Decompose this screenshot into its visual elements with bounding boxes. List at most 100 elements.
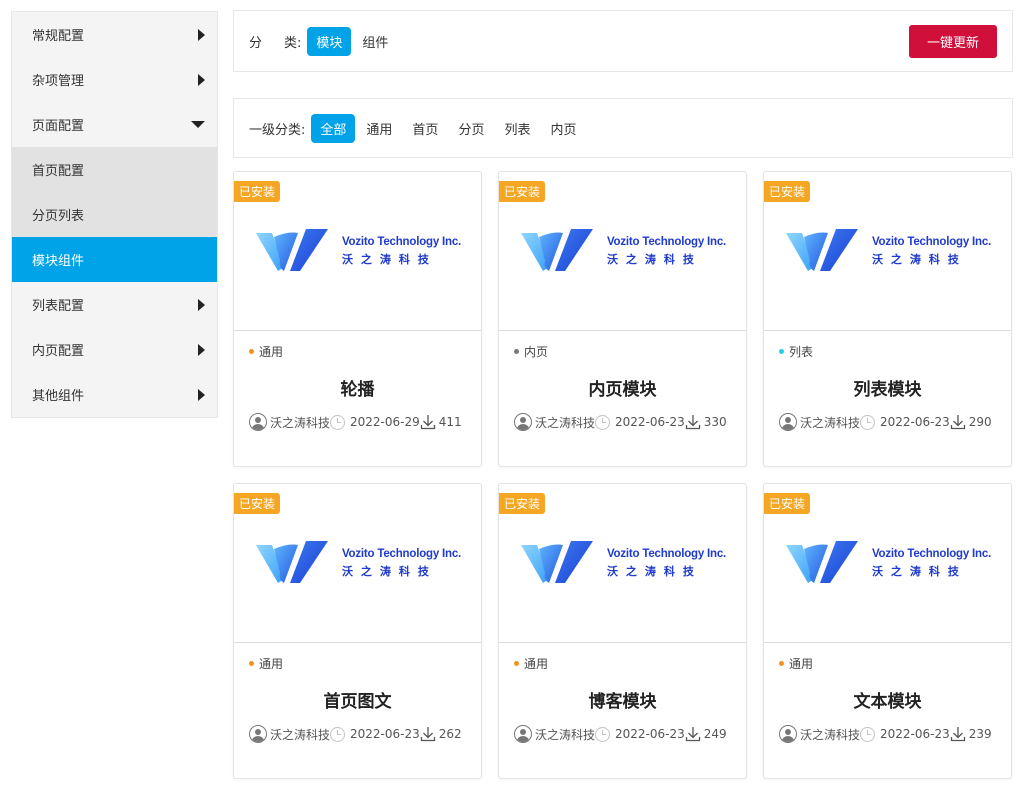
sidebar-item-general-config[interactable]: 常规配置 (12, 12, 217, 57)
caret-right-icon (198, 73, 205, 86)
module-title[interactable]: 文本模块 (779, 687, 996, 712)
sidebar-subitem-home-config[interactable]: 首页配置 (12, 147, 217, 192)
module-card[interactable]: 已安装 (498, 483, 747, 779)
module-meta: 沃之涛科技 2022-06-29 411 (249, 413, 466, 431)
user-avatar-icon (514, 413, 532, 431)
level1-chip-general[interactable]: 通用 (357, 114, 401, 143)
tag-dot-icon (779, 348, 784, 354)
vozito-logo: Vozito Technology Inc. 沃之涛科技 (519, 227, 726, 275)
download-count: 411 (438, 415, 462, 429)
tag-dot-icon (514, 660, 519, 666)
logo-chinese: 沃之涛科技 (341, 252, 437, 266)
sidebar-item-label: 模块组件 (32, 254, 85, 269)
module-title[interactable]: 列表模块 (779, 375, 996, 400)
tag-dot-icon (514, 348, 519, 354)
author-name: 沃之涛科技 (270, 415, 331, 430)
vozito-logo-mark-icon (785, 541, 858, 583)
tag-dot-icon (249, 348, 254, 354)
download-icon (420, 415, 435, 430)
author-name: 沃之涛科技 (270, 727, 331, 742)
logo-text: Vozito Technology Inc. 沃之涛科技 (342, 237, 461, 265)
user-avatar-icon (779, 413, 797, 431)
sidebar-item-list-config[interactable]: 列表配置 (12, 282, 217, 327)
logo-text: Vozito Technology Inc. 沃之涛科技 (342, 549, 461, 577)
logo-chinese: 沃之涛科技 (606, 252, 702, 266)
logo-chinese: 沃之涛科技 (871, 564, 967, 578)
level1-chip-list[interactable]: 列表 (495, 114, 539, 143)
sidebar-item-label: 杂项管理 (32, 74, 85, 89)
module-tag: 通用 (249, 343, 466, 359)
download-count: 262 (438, 727, 462, 741)
module-title[interactable]: 博客模块 (514, 687, 731, 712)
sidebar-subitem-module-components[interactable]: 模块组件 (12, 237, 217, 282)
level1-chip-pagination[interactable]: 分页 (449, 114, 493, 143)
category-filter-bar: 分 类: 模块 组件 一键更新 (233, 10, 1013, 72)
author-name: 沃之涛科技 (535, 727, 596, 742)
module-meta: 沃之涛科技 2022-06-23 262 (249, 725, 466, 743)
level1-chip-home[interactable]: 首页 (403, 114, 447, 143)
clock-icon (330, 414, 346, 430)
module-meta: 沃之涛科技 2022-06-23 290 (779, 413, 996, 431)
download-icon (685, 415, 700, 430)
tag-label: 内页 (524, 344, 549, 359)
installed-badge: 已安装 (234, 181, 281, 202)
publish-date: 2022-06-23 (615, 415, 685, 429)
module-card[interactable]: 已安装 (498, 171, 747, 467)
installed-badge: 已安装 (764, 493, 811, 514)
logo-english: Vozito Technology Inc. (606, 236, 727, 249)
logo-english: Vozito Technology Inc. (341, 236, 462, 249)
caret-right-icon (198, 343, 205, 356)
level1-chip-all[interactable]: 全部 (311, 113, 356, 143)
logo-chinese: 沃之涛科技 (341, 564, 437, 578)
caret-right-icon (198, 28, 205, 41)
tag-dot-icon (249, 660, 254, 666)
tag-dot-icon (779, 660, 784, 666)
sidebar-item-misc-management[interactable]: 杂项管理 (12, 57, 217, 102)
user-avatar-icon (514, 725, 532, 743)
card-body: 通用 博客模块 沃之涛科技 2022-06-23 249 (499, 643, 746, 743)
sidebar-item-page-config[interactable]: 页面配置 (12, 102, 217, 147)
installed-badge: 已安装 (234, 493, 281, 514)
sidebar-item-inner-page-config[interactable]: 内页配置 (12, 327, 217, 372)
caret-down-icon (191, 121, 205, 128)
caret-right-icon (198, 388, 205, 401)
category-chip-component[interactable]: 组件 (353, 27, 397, 56)
card-body: 通用 文本模块 沃之涛科技 2022-06-23 239 (764, 643, 1011, 743)
publish-date: 2022-06-23 (615, 727, 685, 741)
module-card[interactable]: 已安装 (233, 483, 482, 779)
vozito-logo-mark-icon (255, 229, 328, 271)
module-tag: 内页 (514, 343, 731, 359)
sidebar-item-other-components[interactable]: 其他组件 (12, 372, 217, 417)
installed-badge: 已安装 (764, 181, 811, 202)
module-meta: 沃之涛科技 2022-06-23 249 (514, 725, 731, 743)
module-card[interactable]: 已安装 (763, 483, 1012, 779)
category-label-part: 分 (249, 35, 263, 51)
module-card[interactable]: 已安装 (763, 171, 1012, 467)
download-count: 330 (703, 415, 727, 429)
module-card[interactable]: 已安装 (233, 171, 482, 467)
vozito-logo-mark-icon (520, 229, 593, 271)
module-title[interactable]: 轮播 (249, 375, 466, 400)
publish-date: 2022-06-23 (880, 415, 950, 429)
user-avatar-icon (249, 413, 267, 431)
update-all-button[interactable]: 一键更新 (908, 24, 997, 58)
category-chip-module[interactable]: 模块 (307, 26, 352, 56)
vozito-logo: Vozito Technology Inc. 沃之涛科技 (519, 539, 726, 587)
tag-label: 通用 (259, 656, 284, 671)
level1-chip-inner-page[interactable]: 内页 (541, 114, 585, 143)
clock-icon (860, 414, 876, 430)
module-tag: 通用 (249, 655, 466, 671)
logo-chinese: 沃之涛科技 (606, 564, 702, 578)
author-name: 沃之涛科技 (800, 727, 861, 742)
user-avatar-icon (249, 725, 267, 743)
module-title[interactable]: 首页图文 (249, 687, 466, 712)
sidebar-item-label: 首页配置 (32, 164, 85, 179)
sidebar-item-label: 内页配置 (32, 344, 85, 359)
download-icon (950, 415, 965, 430)
download-count: 249 (703, 727, 727, 741)
sidebar-subitem-pagination-list[interactable]: 分页列表 (12, 192, 217, 237)
module-title[interactable]: 内页模块 (514, 375, 731, 400)
sidebar-item-label: 常规配置 (32, 29, 85, 44)
download-icon (420, 727, 435, 742)
module-meta: 沃之涛科技 2022-06-23 239 (779, 725, 996, 743)
